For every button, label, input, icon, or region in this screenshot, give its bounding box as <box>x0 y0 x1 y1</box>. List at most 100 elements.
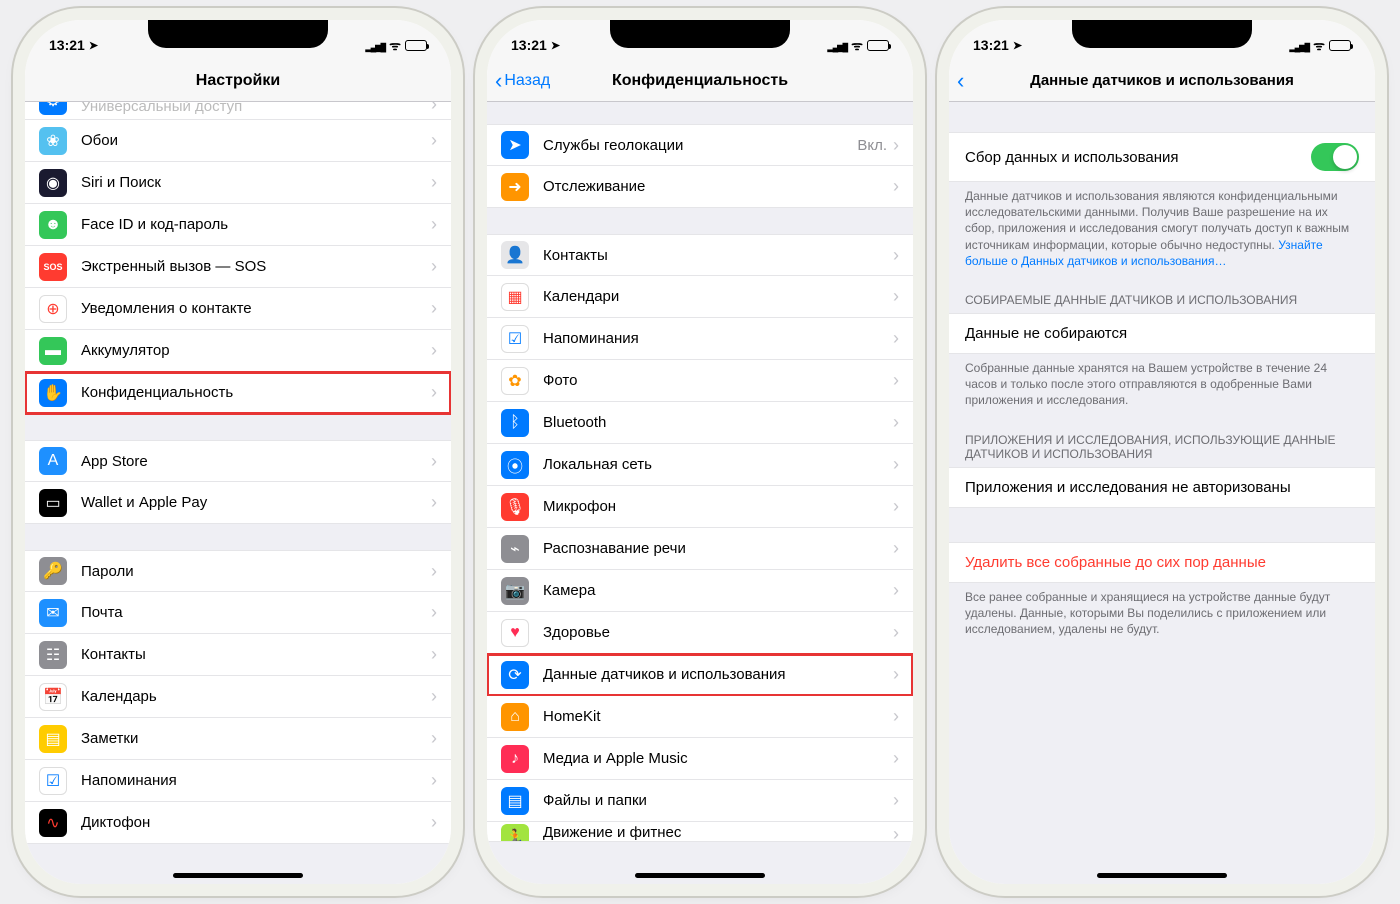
footnote-description: Данные датчиков и использования являются… <box>949 182 1375 275</box>
settings-row[interactable]: ▦Календари› <box>487 276 913 318</box>
chevron-right-icon: › <box>893 580 899 601</box>
settings-row[interactable]: ➤Службы геолокацииВкл.› <box>487 124 913 166</box>
settings-row[interactable]: 🎙Микрофон› <box>487 486 913 528</box>
chevron-right-icon: › <box>431 561 437 582</box>
chevron-right-icon: › <box>431 812 437 833</box>
row-icon: ▤ <box>39 725 67 753</box>
footnote-storage: Собранные данные хранятся на Вашем устро… <box>949 354 1375 415</box>
row-label: Здоровье <box>543 624 893 641</box>
row-label: Службы геолокации <box>543 137 857 154</box>
settings-row[interactable]: ✿Фото› <box>487 360 913 402</box>
row-label: Аккумулятор <box>81 342 431 359</box>
chevron-right-icon: › <box>431 256 437 277</box>
home-indicator[interactable] <box>173 873 303 878</box>
chevron-right-icon: › <box>431 492 437 513</box>
row-icon: ☑︎ <box>39 767 67 795</box>
chevron-right-icon: › <box>893 370 899 391</box>
row-label: Пароли <box>81 563 431 580</box>
chevron-right-icon: › <box>893 706 899 727</box>
footnote-delete: Все ранее собранные и хранящиеся на устр… <box>949 583 1375 644</box>
home-indicator[interactable] <box>1097 873 1227 878</box>
settings-row[interactable]: ☻Face ID и код-пароль› <box>25 204 451 246</box>
row-icon: ▦ <box>501 283 529 311</box>
settings-row[interactable]: ◉Siri и Поиск› <box>25 162 451 204</box>
privacy-list[interactable]: ➤Службы геолокацииВкл.›➜Отслеживание›👤Ко… <box>487 102 913 884</box>
settings-row[interactable]: SOSЭкстренный вызов — SOS› <box>25 246 451 288</box>
settings-row[interactable]: ▬Аккумулятор› <box>25 330 451 372</box>
battery-icon <box>405 40 427 51</box>
row-icon: ⌁ <box>501 535 529 563</box>
back-button[interactable]: ‹ <box>957 68 966 94</box>
settings-row[interactable]: ☑︎Напоминания› <box>487 318 913 360</box>
row-icon: ᛒ <box>501 409 529 437</box>
row-icon: ∿ <box>39 809 67 837</box>
settings-row[interactable]: ⊕Уведомления о контакте› <box>25 288 451 330</box>
row-icon: ➤ <box>501 131 529 159</box>
settings-row[interactable]: AApp Store› <box>25 440 451 482</box>
delete-button[interactable]: Удалить все собранные до сих пор данные <box>949 542 1375 583</box>
row-icon: ✋ <box>39 379 67 407</box>
row-icon: 🏃 <box>501 824 529 842</box>
settings-row[interactable]: ☷Контакты› <box>25 634 451 676</box>
chevron-right-icon: › <box>431 686 437 707</box>
chevron-right-icon: › <box>431 451 437 472</box>
row-label: Контакты <box>543 247 893 264</box>
settings-row[interactable]: ♪Медиа и Apple Music› <box>487 738 913 780</box>
settings-row[interactable]: 🏃Движение и фитнес› <box>487 822 913 842</box>
chevron-right-icon: › <box>893 664 899 685</box>
settings-row[interactable]: ⌂ HomeKit› <box>487 696 913 738</box>
chevron-right-icon: › <box>431 602 437 623</box>
settings-row[interactable]: ⟳Данные датчиков и использования› <box>487 654 913 696</box>
settings-row[interactable]: ➜Отслеживание› <box>487 166 913 208</box>
row-label: Bluetooth <box>543 414 893 431</box>
chevron-right-icon: › <box>893 748 899 769</box>
settings-row-partial[interactable]: ⚙︎Универсальный доступ› <box>25 102 451 120</box>
row-icon: ☻ <box>39 211 67 239</box>
settings-row[interactable]: ⌁Распознавание речи› <box>487 528 913 570</box>
settings-row[interactable]: ▭Wallet и Apple Pay› <box>25 482 451 524</box>
chevron-right-icon: › <box>893 622 899 643</box>
settings-row[interactable]: ❀Обои› <box>25 120 451 162</box>
row-label: Напоминания <box>543 330 893 347</box>
chevron-right-icon: › <box>431 102 437 115</box>
row-label: HomeKit <box>543 708 893 725</box>
row-icon: 🎙 <box>501 493 529 521</box>
home-indicator[interactable] <box>635 873 765 878</box>
row-label: Обои <box>81 132 431 149</box>
toggle-row[interactable]: Сбор данных и использования <box>949 132 1375 182</box>
settings-row[interactable]: ✉︎Почта› <box>25 592 451 634</box>
settings-row[interactable]: ∿Диктофон› <box>25 802 451 844</box>
status-time: 13:21 <box>511 37 547 53</box>
settings-row[interactable]: 📷Камера› <box>487 570 913 612</box>
row-icon: ✿ <box>501 367 529 395</box>
settings-row[interactable]: ᛒBluetooth› <box>487 402 913 444</box>
settings-row[interactable]: 🔑Пароли› <box>25 550 451 592</box>
row-label: Экстренный вызов — SOS <box>81 258 431 275</box>
settings-row[interactable]: ☑︎Напоминания› <box>25 760 451 802</box>
row-label: Распознавание речи <box>543 540 893 557</box>
row-label: Камера <box>543 582 893 599</box>
settings-row[interactable]: ♥︎Здоровье› <box>487 612 913 654</box>
settings-row[interactable]: ✋Конфиденциальность› <box>25 372 451 414</box>
settings-row[interactable]: ▤Заметки› <box>25 718 451 760</box>
settings-row[interactable]: 📅Календарь› <box>25 676 451 718</box>
row-icon: ☷ <box>39 641 67 669</box>
nav-title: Настройки <box>196 72 280 90</box>
sensor-detail[interactable]: Сбор данных и использования Данные датчи… <box>949 102 1375 884</box>
toggle-switch[interactable] <box>1311 143 1359 171</box>
settings-list[interactable]: ⚙︎Универсальный доступ› ❀ Обои › ◉Siri и Пои… <box>25 102 451 884</box>
nav-bar: ‹Назад Конфиденциальность <box>487 60 913 102</box>
row-label: Календарь <box>81 688 431 705</box>
row-icon: ⌂ <box>501 703 529 731</box>
back-button[interactable]: ‹Назад <box>495 68 550 94</box>
settings-row[interactable]: 👤Контакты› <box>487 234 913 276</box>
section-header-apps: ПРИЛОЖЕНИЯ И ИССЛЕДОВАНИЯ, ИСПОЛЬЗУЮЩИЕ … <box>949 415 1375 467</box>
notch <box>1072 20 1252 48</box>
row-label: Движение и фитнес <box>543 824 893 841</box>
status-time: 13:21 <box>973 37 1009 53</box>
settings-row[interactable]: ⦿Локальная сеть› <box>487 444 913 486</box>
row-icon: ❀ <box>39 127 67 155</box>
settings-row[interactable]: ▤Файлы и папки› <box>487 780 913 822</box>
row-label: Контакты <box>81 646 431 663</box>
row-label: Уведомления о контакте <box>81 300 431 317</box>
